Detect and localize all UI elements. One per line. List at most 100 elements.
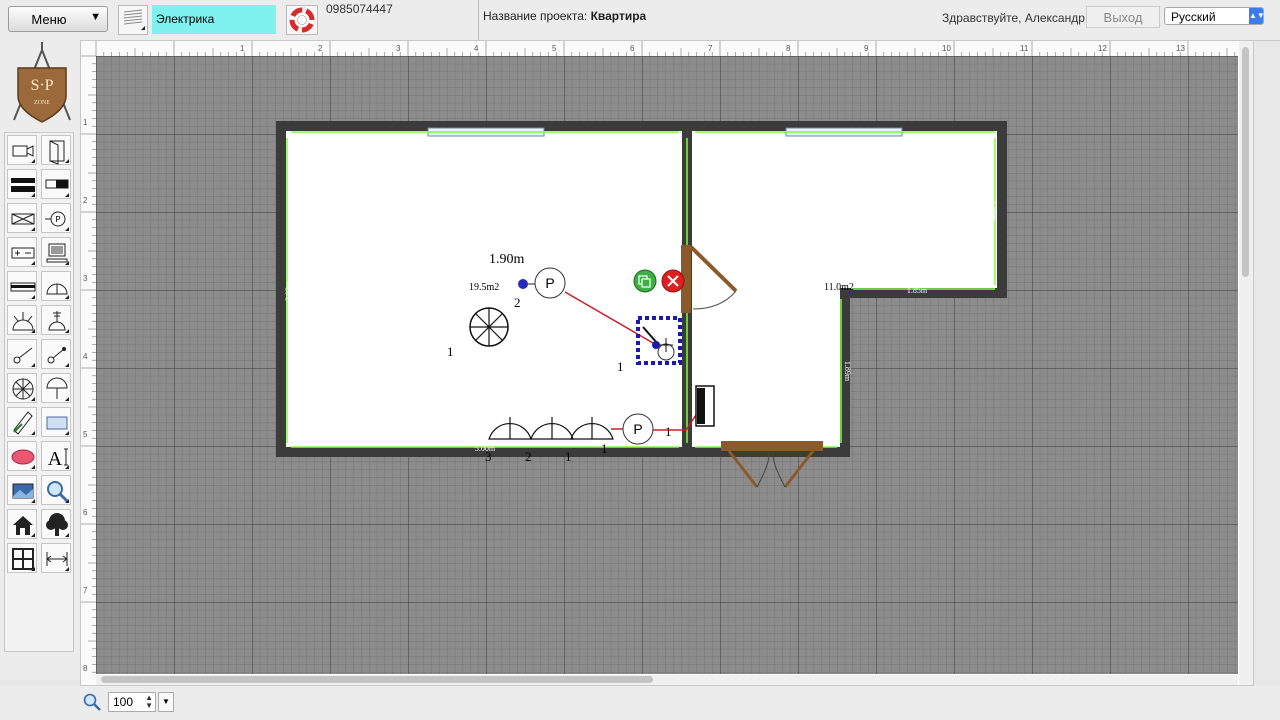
chandelier-icon[interactable] [41,305,71,335]
wire-tool-icon[interactable] [7,339,37,369]
zoom-stepper-icon[interactable]: ▲ ▼ [145,694,153,710]
rectangle-tool-icon[interactable] [41,407,71,437]
wall-tool-icon[interactable] [7,169,37,199]
zoom-level-input[interactable]: 100 ▲ ▼ [108,692,156,712]
zoom-icon[interactable] [82,692,102,712]
tree-tool-icon[interactable] [41,509,71,539]
life-ring-icon[interactable] [286,5,318,35]
ellipse-tool-icon[interactable] [7,441,37,471]
select-arrow-icon: ▲▼ [1249,8,1265,24]
light-count-1a: 1 [565,449,572,464]
monitor-tool-icon[interactable] [41,237,71,267]
lamp-rays-icon[interactable] [7,305,37,335]
ruler-label-y: 7 [83,586,88,595]
house-tool-icon[interactable] [7,509,37,539]
svg-text:P: P [55,215,60,224]
ruler-label-y: 2 [83,196,88,205]
dim-right-top-label: 1.89m [989,201,998,222]
area-left-label: 19.5m2 [469,282,499,293]
umbrella-lamp-icon[interactable] [41,373,71,403]
ruler-label-y: 8 [83,664,88,673]
logo-text: S·P [30,77,53,94]
top-toolbar: Меню ▼ Электрика 0985074447 Название про… [0,0,1280,41]
ruler-label-y: 3 [83,274,88,283]
language-select[interactable]: Русский ▲▼ [1164,7,1265,25]
zoom-level-value: 100 [113,695,134,709]
wire-count-2: 2 [514,295,521,310]
app-logo: S·P ZONE [4,40,80,128]
dim-left-wall-label: 3.93m [284,280,293,301]
toolbar-separator [478,0,479,40]
switch-p-bottom-label: P [633,421,642,437]
logo-subtext: ZONE [34,100,50,106]
ruler-label-x: 8 [786,44,791,53]
menu-button[interactable]: Меню ▼ [8,6,108,32]
dimension-tool-icon[interactable] [41,543,71,573]
ruler-label-x: 12 [1098,44,1107,53]
dimension-190-label: 1.90m [489,252,525,267]
light-count-3: 3 [485,449,492,464]
junction-node[interactable] [518,279,528,289]
chevron-down-icon: ▼ [90,11,101,23]
ruler-label-y: 5 [83,430,88,439]
search-icon[interactable] [41,475,71,505]
layer-picker-icon[interactable] [118,5,148,35]
area-right-label: 11.0m2 [824,282,854,293]
delete-icon[interactable] [661,269,685,293]
logout-button[interactable]: Выход [1086,6,1160,28]
support-phone: 0985074447 [326,2,393,16]
left-panel: S·P ZONE P A [0,40,80,680]
h-scrollbar-thumb[interactable] [101,676,653,683]
drawing-canvas[interactable]: 1234567891011121314 12345678 [80,40,1254,686]
grid-window-icon[interactable] [7,543,37,573]
fan-tool-icon[interactable] [7,373,37,403]
project-name: Квартира [590,9,647,23]
ruler-label-x: 13 [1176,44,1185,53]
dim-step-label: 1.85m [907,286,928,295]
dim-right-lower-label: 1.89m [843,361,852,382]
ruler-label-x: 11 [1020,44,1029,53]
wire-count-1c: 1 [665,424,672,439]
bottom-bar [0,686,1280,720]
camera-tool-icon[interactable] [7,135,37,165]
v-scrollbar-thumb[interactable] [1242,47,1249,277]
entrance-door[interactable] [721,441,823,451]
copy-icon[interactable] [633,269,657,293]
socket-tool-icon[interactable] [7,237,37,267]
image-tool-icon[interactable] [7,475,37,505]
ruler-label-x: 4 [474,44,479,53]
switch-p-bottom[interactable]: P [622,413,654,445]
svg-text:A: A [48,448,63,470]
fan-fixture[interactable] [469,307,509,347]
ruler-label-y: 4 [83,352,88,361]
lamp-half-icon[interactable] [41,271,71,301]
door-tool-icon[interactable] [41,135,71,165]
switch-p-icon[interactable]: P [41,203,71,233]
light-count-1b: 1 [601,441,608,456]
switch-p-top[interactable]: P [534,267,566,299]
ruler-label-x: 7 [708,44,713,53]
ruler-label-y: 1 [83,118,88,127]
project-title: Название проекта: Квартира [483,9,646,23]
language-value: Русский [1171,10,1216,24]
pen-tool-icon[interactable] [7,407,37,437]
panel-tool-icon[interactable] [7,271,37,301]
wall-segment-icon[interactable] [41,169,71,199]
wire-count-1b: 1 [617,359,624,374]
text-tool-icon[interactable]: A [41,441,71,471]
layer-name-field[interactable]: Электрика [152,5,276,34]
ruler-label-x: 6 [630,44,635,53]
ruler-label-x: 5 [552,44,557,53]
switch-p-top-label: P [545,275,554,291]
wire-count-1a: 1 [447,344,454,359]
top-ruler [81,41,1253,56]
ruler-label-x: 9 [864,44,869,53]
ruler-label-x: 2 [318,44,323,53]
ruler-label-x: 1 [240,44,245,53]
menu-button-label: Меню [31,12,67,27]
wire-node-icon[interactable] [41,339,71,369]
ruler-label-x: 10 [942,44,951,53]
zoom-dropdown-icon[interactable]: ▼ [158,692,174,712]
ruler-label-y: 6 [83,508,88,517]
window-tool-icon[interactable] [7,203,37,233]
